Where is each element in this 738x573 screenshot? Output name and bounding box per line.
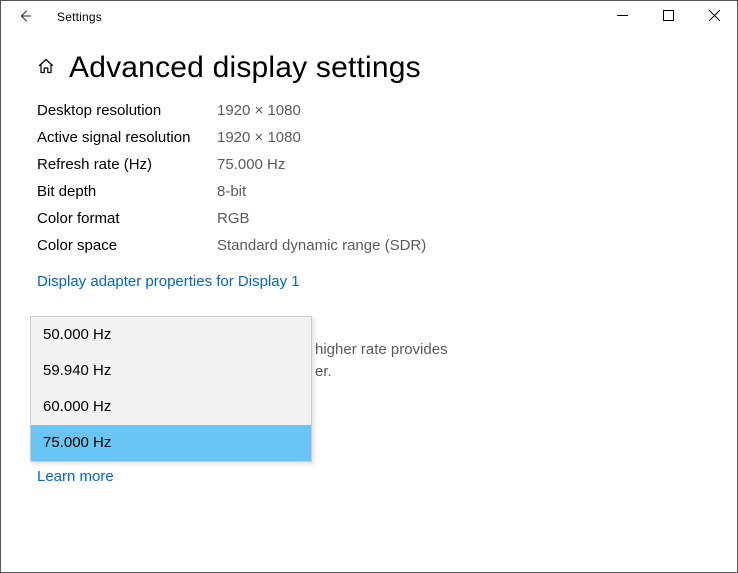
property-label: Color space [37,237,217,254]
property-row: Color formatRGB [37,205,701,232]
property-row: Bit depth8-bit [37,178,701,205]
property-label: Refresh rate (Hz) [37,156,217,173]
property-label: Bit depth [37,183,217,200]
minimize-button[interactable] [599,1,645,33]
window-controls [599,1,737,33]
close-icon [709,10,720,24]
property-value: 8-bit [217,183,246,200]
property-value: 1920 × 1080 [217,102,301,119]
property-row: Refresh rate (Hz)75.000 Hz [37,151,701,178]
display-adapter-link[interactable]: Display adapter properties for Display 1 [37,273,300,290]
property-label: Desktop resolution [37,102,217,119]
arrow-left-icon [18,9,32,26]
property-row: Active signal resolution1920 × 1080 [37,124,701,151]
property-row: Color spaceStandard dynamic range (SDR) [37,232,701,259]
page-header: Advanced display settings [37,51,701,85]
property-value: Standard dynamic range (SDR) [217,237,426,254]
property-label: Active signal resolution [37,129,217,146]
back-button[interactable] [9,1,41,33]
refresh-rate-option[interactable]: 59.940 Hz [31,353,311,389]
refresh-rate-option[interactable]: 60.000 Hz [31,389,311,425]
app-name: Settings [57,10,102,24]
page-title: Advanced display settings [69,51,421,85]
property-value: RGB [217,210,250,227]
property-label: Color format [37,210,217,227]
settings-window: Settings [0,0,738,573]
maximize-button[interactable] [645,1,691,33]
refresh-rate-dropdown-list[interactable]: 50.000 Hz59.940 Hz60.000 Hz75.000 Hz [30,316,312,462]
property-value: 1920 × 1080 [217,129,301,146]
maximize-icon [663,10,674,24]
home-icon[interactable] [37,57,55,79]
titlebar: Settings [1,1,737,33]
close-button[interactable] [691,1,737,33]
refresh-rate-description: higher rate provides er. [315,339,448,383]
refresh-rate-option[interactable]: 50.000 Hz [31,317,311,353]
refresh-rate-option[interactable]: 75.000 Hz [31,425,311,461]
display-properties: Desktop resolution1920 × 1080Active sign… [37,97,701,259]
page-content: Advanced display settings Desktop resolu… [1,33,737,344]
property-value: 75.000 Hz [217,156,285,173]
minimize-icon [617,10,628,24]
learn-more-link[interactable]: Learn more [37,468,114,485]
property-row: Desktop resolution1920 × 1080 [37,97,701,124]
